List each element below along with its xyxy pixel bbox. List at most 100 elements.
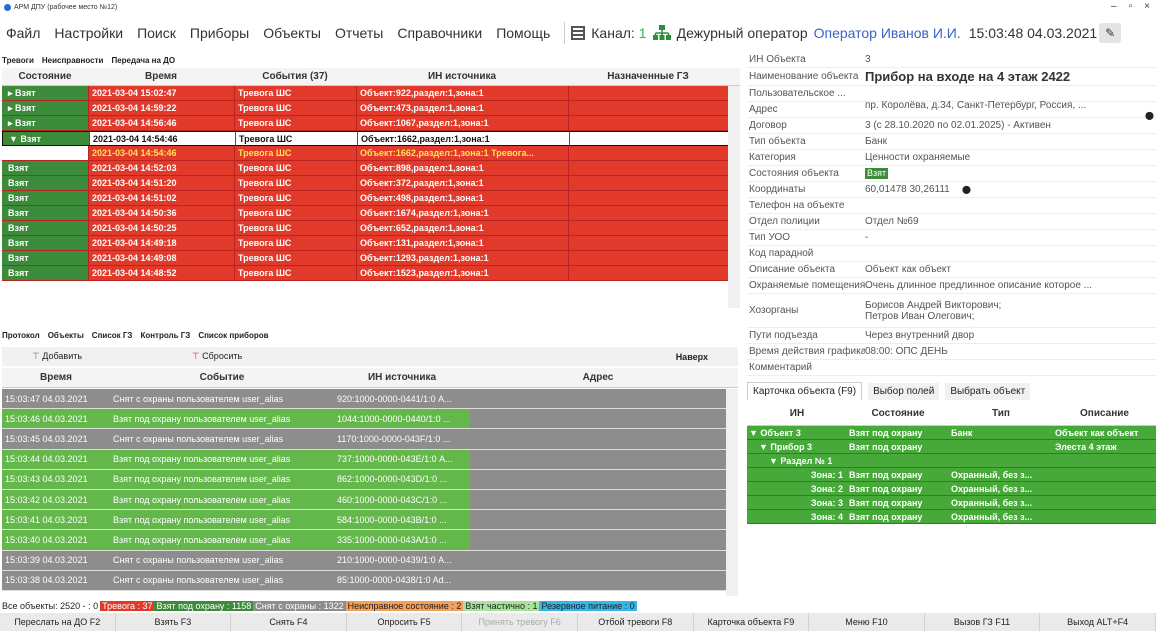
menu-settings[interactable]: Настройки (54, 25, 123, 41)
protocol-toolbar: ⊤ Добавить ⊤ Сбросить Наверх (2, 347, 738, 366)
function-button[interactable]: Снять F4 (231, 613, 347, 631)
menu-directories[interactable]: Справочники (397, 25, 482, 41)
status-segment[interactable]: Все объекты: 2520 - : 0 (0, 601, 101, 611)
function-button[interactable]: Взять F3 (116, 613, 232, 631)
close-icon[interactable]: × (1144, 1, 1150, 12)
protocol-row[interactable]: 15:03:42 04.03.2021 Взят под охрану польз… (2, 489, 728, 511)
reset-filter-button[interactable]: ⊤ Сбросить (162, 351, 272, 362)
protocol-row[interactable]: 15:03:45 04.03.2021 Снят с охраны пользов… (2, 429, 728, 450)
tab-device-list[interactable]: Список приборов (198, 331, 268, 340)
alarm-row[interactable]: Взят 2021-03-04 14:50:36 Тревога ШС Объект:… (2, 206, 740, 221)
alarm-row[interactable]: Взят 2021-03-04 14:49:18 Тревога ШС Объект:… (2, 236, 740, 251)
alarm-row[interactable]: Взят 2021-03-04 14:49:08 Тревога ШС Объект:… (2, 251, 740, 266)
function-button[interactable]: Карточка объекта F9 (694, 613, 810, 631)
col-pevent[interactable]: Событие (110, 372, 334, 383)
protocol-scrollbar[interactable] (726, 389, 738, 596)
property-value[interactable]: Взят (865, 168, 1156, 179)
col-ttype[interactable]: Тип (949, 408, 1053, 419)
tree-row[interactable]: ▼ Прибор 3 Взят под охрану Элеста 4 этаж (747, 440, 1156, 454)
protocol-row[interactable]: 15:03:38 04.03.2021 Снят с охраны пользов… (2, 570, 728, 591)
function-button[interactable]: Вызов ГЗ F11 (925, 613, 1041, 631)
protocol-row[interactable]: 15:03:47 04.03.2021 Снят с охраны пользов… (2, 389, 728, 410)
status-segment[interactable]: Резервное питание : 0 (539, 601, 637, 611)
col-in[interactable]: ИН (747, 408, 847, 419)
function-button[interactable]: Выход ALT+F4 (1040, 613, 1156, 631)
tree-row[interactable]: ▼ Объект 3 Взят под охрану Банк Объект как … (747, 426, 1156, 440)
tree-row[interactable]: Зона: 4 Взят под охрану Охранный, без з... (747, 510, 1156, 524)
menu-file[interactable]: Файл (6, 25, 40, 41)
alarm-row[interactable]: ▼ Взят 2021-03-04 14:54:46 Тревога ШС Объек… (2, 131, 740, 146)
protocol-row[interactable]: 15:03:40 04.03.2021 Взят под охрану польз… (2, 530, 728, 551)
col-tdesc[interactable]: Описание (1053, 408, 1156, 419)
protocol-row[interactable]: 15:03:43 04.03.2021 Взят под охрану польз… (2, 469, 728, 490)
tab-alarms[interactable]: Тревоги (2, 56, 34, 65)
alarm-cell (568, 191, 728, 205)
col-time[interactable]: Время (88, 71, 234, 82)
tab-gz-control[interactable]: Контроль ГЗ (140, 331, 190, 340)
tab-object-card[interactable]: Карточка объекта (F9) (747, 382, 863, 400)
scroll-top-button[interactable]: Наверх (676, 352, 708, 362)
tab-gz-list[interactable]: Список ГЗ (92, 331, 133, 340)
protocol-row[interactable]: 15:03:44 04.03.2021 Взят под охрану польз… (2, 449, 728, 470)
function-button[interactable]: Меню F10 (809, 613, 925, 631)
card-tabs: Карточка объекта (F9) Выбор полей Выбрат… (747, 380, 1156, 402)
status-segment[interactable]: Взят частично : 1 (463, 601, 540, 611)
tab-objects[interactable]: Объекты (48, 331, 84, 340)
status-segment[interactable]: Неисправное состояние : 2 (345, 601, 464, 611)
property-value[interactable]: 60,01478 30,26111 ⬤ (865, 184, 1156, 195)
tree-row[interactable]: Зона: 3 Взят под охрану Охранный, без з... (747, 496, 1156, 510)
tree-row[interactable]: Зона: 1 Взят под охрану Охранный, без з... (747, 468, 1156, 482)
status-segment[interactable]: Тревога : 37 (100, 601, 155, 611)
tree-row[interactable]: ▼ Раздел № 1 (747, 454, 1156, 468)
tab-faults[interactable]: Неисправности (42, 56, 104, 65)
add-filter-button[interactable]: ⊤ Добавить (2, 351, 112, 362)
col-ptime[interactable]: Время (2, 372, 110, 383)
col-events[interactable]: События (37) (234, 71, 356, 82)
alarm-row[interactable]: Взят 2021-03-04 14:50:25 Тревога ШС Объект:… (2, 221, 740, 236)
tab-field-choice[interactable]: Выбор полей (868, 382, 940, 400)
maximize-icon[interactable]: ▫ (1129, 1, 1133, 12)
col-psource[interactable]: ИН источника (334, 372, 470, 383)
protocol-row[interactable]: 15:03:41 04.03.2021 Взят под охрану польз… (2, 510, 728, 531)
function-button[interactable]: Переслать на ДО F2 (0, 613, 116, 631)
function-button[interactable]: Опросить F5 (347, 613, 463, 631)
protocol-row[interactable]: 15:03:46 04.03.2021 Взят под охрану польз… (2, 409, 728, 430)
function-button[interactable]: Отбой тревоги F8 (578, 613, 694, 631)
alarm-row[interactable]: Взят 2021-03-04 14:52:03 Тревога ШС Объект:… (2, 161, 740, 176)
menu-search[interactable]: Поиск (137, 25, 176, 41)
col-tstate[interactable]: Состояние (847, 408, 949, 419)
tab-transfer[interactable]: Передача на ДО (111, 56, 175, 65)
alarm-row[interactable]: ▸ Взят 2021-03-04 15:02:47 Тревога ШС Объек… (2, 86, 740, 101)
alarm-row[interactable]: ▸ Взят 2021-03-04 14:59:22 Тревога ШС Объек… (2, 101, 740, 116)
tab-protocol[interactable]: Протокол (2, 331, 40, 340)
menu-reports[interactable]: Отчеты (335, 25, 383, 41)
tree-row[interactable]: Зона: 2 Взят под охрану Охранный, без з... (747, 482, 1156, 496)
alarm-row[interactable]: Взят 2021-03-04 14:51:20 Тревога ШС Объект:… (2, 176, 740, 191)
protocol-cell (470, 489, 726, 510)
map-marker-icon[interactable]: ⬤ (960, 185, 971, 194)
map-marker-icon[interactable]: ⬤ (1145, 111, 1154, 120)
function-button[interactable]: Принять тревогу F6 (462, 613, 578, 631)
menu-objects[interactable]: Объекты (263, 25, 321, 41)
protocol-row[interactable]: 15:03:39 04.03.2021 Снят с охраны пользов… (2, 550, 728, 571)
tab-select-object[interactable]: Выбрать объект (945, 382, 1031, 400)
status-segment[interactable]: Взят под охрану : 1158 (154, 601, 254, 611)
col-paddr[interactable]: Адрес (470, 372, 726, 383)
menu-devices[interactable]: Приборы (190, 25, 249, 41)
status-segment[interactable]: Снят с охраны : 1322 (253, 601, 346, 611)
col-source[interactable]: ИН источника (356, 71, 568, 82)
alarm-row[interactable]: ▸ Взят 2021-03-04 14:56:46 Тревога ШС Объек… (2, 116, 740, 131)
alarm-row[interactable]: 2021-03-04 14:54:46 Тревога ШС Объект:1662… (2, 146, 740, 161)
alarm-row[interactable]: Взят 2021-03-04 14:48:52 Тревога ШС Объект:… (2, 266, 740, 281)
object-property: Тип УОО - (747, 230, 1156, 246)
alarm-scrollbar[interactable] (728, 86, 740, 308)
alarm-row[interactable]: Взят 2021-03-04 14:51:02 Тревога ШС Объект:… (2, 191, 740, 206)
operator-name[interactable]: Оператор Иванов И.И. (814, 25, 961, 41)
col-state[interactable]: Состояние (2, 71, 88, 82)
property-value[interactable]: пр. Королёва, д.34, Санкт-Петербург, Рос… (865, 100, 1156, 120)
minimize-icon[interactable]: – (1111, 1, 1117, 12)
col-assigned-gz[interactable]: Назначенные ГЗ (568, 71, 728, 82)
table-icon[interactable] (571, 26, 586, 40)
map-pin-icon[interactable]: ✎ (1099, 23, 1122, 43)
menu-help[interactable]: Помощь (496, 25, 550, 41)
